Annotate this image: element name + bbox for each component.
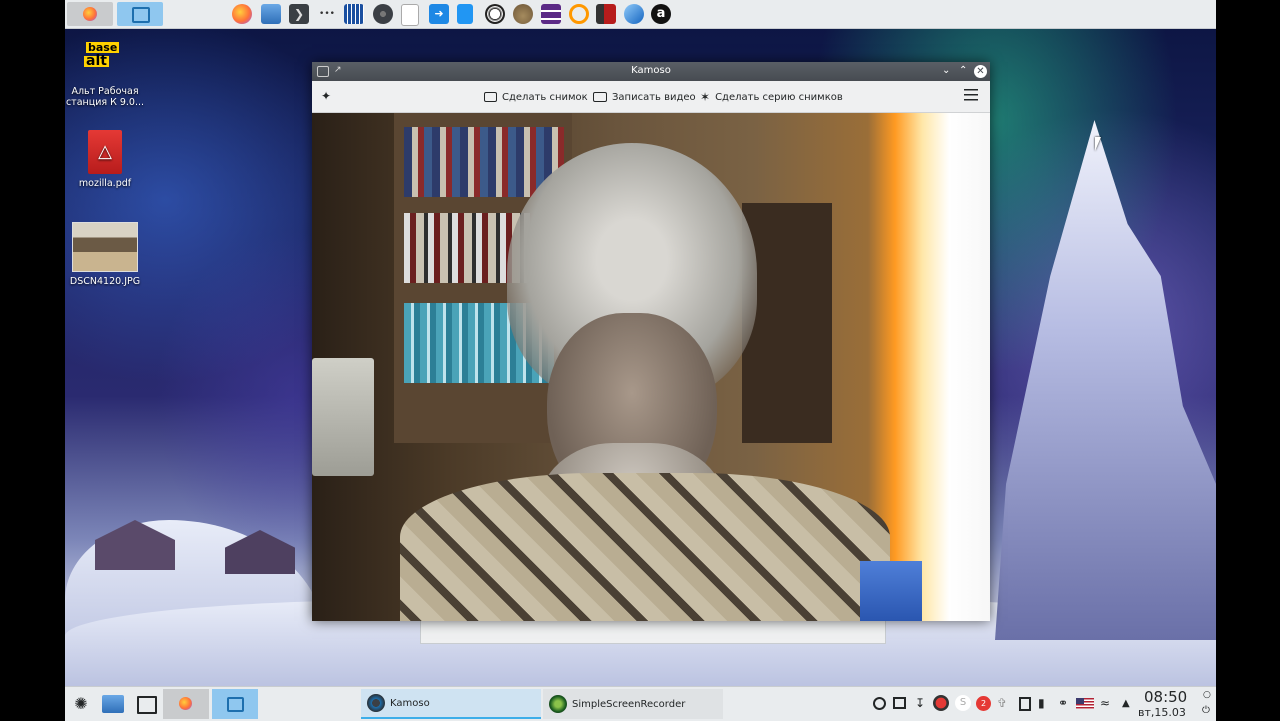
- take-snapshot-button[interactable]: Сделать снимок: [484, 89, 588, 105]
- wall-cabinet: [742, 203, 832, 443]
- toolbar: ✦ Сделать снимок Записать видео ✶ Сделат…: [312, 81, 990, 113]
- settings-sliders-icon[interactable]: [964, 89, 978, 103]
- firefox-icon: [179, 697, 192, 710]
- archive-icon[interactable]: [344, 4, 364, 24]
- video-camera-icon: [593, 92, 607, 102]
- pager-desktop-2[interactable]: [117, 2, 163, 26]
- audio-icon[interactable]: [541, 4, 561, 24]
- task-simplescreenrecorder-label: SimpleScreenRecorder: [572, 698, 686, 710]
- task-kamoso[interactable]: Kamoso: [361, 689, 541, 719]
- account-icon[interactable]: a: [651, 4, 671, 24]
- pdf-file-icon: △: [88, 130, 122, 174]
- text-editor-icon[interactable]: [401, 4, 419, 26]
- camera-icon: [484, 92, 497, 102]
- window-title: Kamoso: [631, 65, 671, 76]
- video-icon[interactable]: [596, 4, 616, 24]
- desktop-icon-label: DSCN4120.JPG: [69, 276, 141, 287]
- soccer-icon[interactable]: [485, 4, 505, 24]
- power-icon[interactable]: ⏻: [1202, 705, 1210, 716]
- terminal-icon[interactable]: ❯: [289, 4, 309, 24]
- keyboard-layout-flag-icon[interactable]: [1076, 698, 1094, 709]
- tray-expand-icon[interactable]: ▲: [1122, 697, 1135, 710]
- desktop-icon-basealt[interactable]: base alt Альт Рабочая станция К 9.0...: [60, 40, 150, 108]
- file-manager-icon[interactable]: [102, 695, 124, 713]
- blue-box: [860, 561, 922, 621]
- download-icon[interactable]: ↧: [915, 697, 928, 710]
- person-sweater: [400, 473, 890, 621]
- desktop-icon-dscn4120[interactable]: DSCN4120.JPG: [60, 222, 150, 287]
- headphones-icon[interactable]: [569, 4, 589, 24]
- notification-badge[interactable]: 2: [976, 696, 991, 711]
- mouse-cursor-icon: [1095, 137, 1101, 151]
- disc-icon[interactable]: [373, 4, 393, 24]
- pager-desktop-1[interactable]: [67, 2, 113, 26]
- desktop-icon-label: mozilla.pdf: [78, 178, 132, 189]
- record-video-button[interactable]: Записать видео: [593, 89, 696, 105]
- microphone-icon[interactable]: ⚭: [1058, 697, 1071, 710]
- wifi-icon[interactable]: ≈: [1100, 697, 1113, 710]
- network-icon[interactable]: [624, 4, 644, 24]
- file-manager-icon[interactable]: [261, 4, 281, 24]
- lock-icon[interactable]: ○: [1203, 690, 1211, 700]
- window-icon: [132, 7, 150, 23]
- burst-mode-button[interactable]: ✶ Сделать серию снимков: [700, 89, 843, 105]
- clock-time[interactable]: 08:50: [1144, 688, 1187, 706]
- task-simplescreenrecorder[interactable]: SimpleScreenRecorder: [543, 689, 723, 719]
- clipboard-icon[interactable]: [1019, 697, 1031, 711]
- volume-icon[interactable]: ▮: [1038, 697, 1051, 710]
- clock-date[interactable]: вт,15.03: [1138, 706, 1186, 719]
- pager-desktop-1[interactable]: [163, 689, 209, 719]
- close-icon[interactable]: ✕: [974, 65, 987, 78]
- kamoso-window[interactable]: ↗ Kamoso ⌄ ⌃ ✕ ✦ Сделать снимок Записать…: [312, 62, 990, 621]
- burst-icon: ✶: [700, 90, 711, 104]
- camera-preview: [312, 113, 990, 621]
- minimize-icon[interactable]: ⌄: [942, 65, 950, 76]
- screen-recorder-icon: [549, 695, 567, 713]
- update-icon[interactable]: [873, 697, 886, 710]
- crt-monitor: [312, 358, 374, 476]
- maximize-icon[interactable]: ⌃: [959, 65, 967, 76]
- app-launcher-icon[interactable]: ✺: [71, 694, 91, 714]
- image-thumbnail: [72, 222, 138, 272]
- accessibility-icon[interactable]: ✞: [997, 697, 1010, 710]
- effects-icon[interactable]: ✦: [321, 89, 331, 103]
- pager-desktop-2[interactable]: [212, 689, 258, 719]
- title-bar[interactable]: ↗ Kamoso ⌄ ⌃ ✕: [312, 62, 990, 81]
- share-icon[interactable]: ➜: [429, 4, 449, 24]
- record-icon[interactable]: [933, 695, 949, 711]
- logo-line1: base: [86, 41, 120, 54]
- window-icon: [227, 697, 244, 712]
- task-kamoso-label: Kamoso: [390, 697, 430, 709]
- flag-canton: [1076, 698, 1084, 704]
- printer-icon[interactable]: [893, 697, 906, 709]
- document-icon[interactable]: [457, 4, 473, 24]
- skype-icon[interactable]: S: [955, 695, 971, 711]
- logo-line2: alt: [84, 53, 109, 69]
- take-snapshot-label: Сделать снимок: [502, 91, 588, 103]
- burst-mode-label: Сделать серию снимков: [715, 91, 843, 103]
- firefox-icon[interactable]: [232, 4, 252, 24]
- record-video-label: Записать видео: [612, 91, 696, 103]
- snowy-tree: [995, 120, 1216, 640]
- firefox-icon: [83, 7, 97, 21]
- bottom-taskbar: ✺ Kamoso SimpleScreenRecorder ↧ S 2 ✞ ▮ …: [65, 686, 1216, 721]
- top-panel: ❯ ••• ➜ a: [65, 0, 1216, 29]
- kamoso-icon: [367, 694, 385, 712]
- more-icon[interactable]: •••: [317, 4, 337, 24]
- gimp-icon[interactable]: [513, 4, 533, 24]
- desktop-icon-label: Альт Рабочая станция К 9.0...: [65, 86, 145, 108]
- desktop-icon-mozilla-pdf[interactable]: △ mozilla.pdf: [60, 130, 150, 189]
- basealt-logo: base alt: [82, 40, 128, 82]
- show-desktop-icon[interactable]: [137, 696, 157, 714]
